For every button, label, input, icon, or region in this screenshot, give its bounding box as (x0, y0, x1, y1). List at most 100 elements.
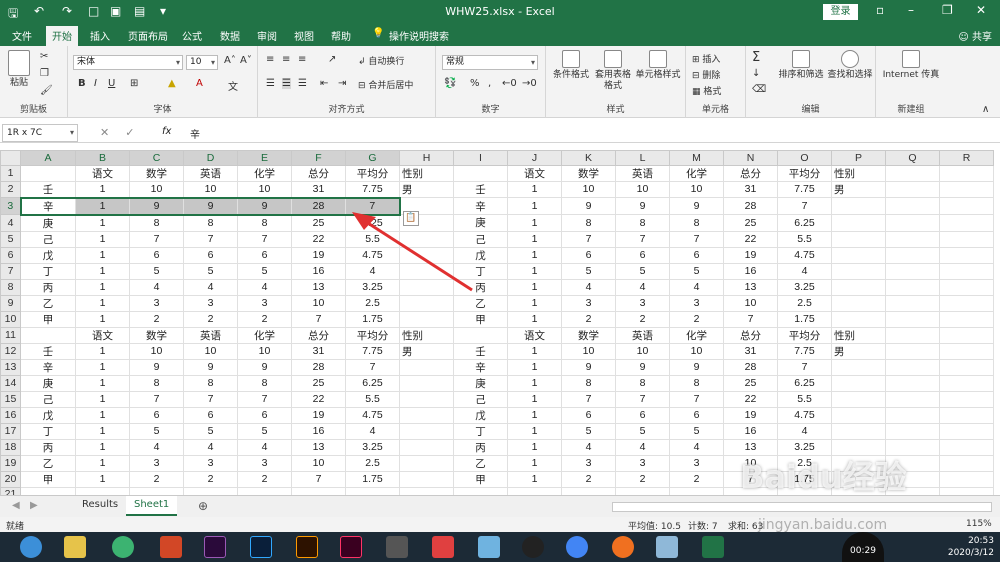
cell[interactable]: 3.25 (345, 278, 400, 296)
cell[interactable]: 2 (237, 470, 292, 488)
minimize-icon[interactable]: – (908, 3, 914, 17)
cell[interactable]: 7 (183, 390, 238, 408)
align-bottom-icon[interactable]: ≡ (298, 54, 306, 65)
cell[interactable] (939, 230, 994, 248)
cell[interactable]: 10 (561, 180, 616, 199)
tell-me-search[interactable]: 操作说明搜索 (389, 28, 449, 43)
cell[interactable] (885, 294, 940, 312)
cell[interactable] (939, 310, 994, 328)
cell[interactable]: 8 (183, 374, 238, 392)
cell[interactable] (75, 486, 130, 495)
row-header[interactable]: 21 (0, 486, 21, 495)
cell[interactable]: 总分 (291, 326, 346, 344)
cell[interactable]: 壬 (453, 180, 508, 199)
name-box[interactable]: 1R x 7C ▾ (2, 124, 78, 142)
cell[interactable]: 25 (723, 214, 778, 232)
cell[interactable]: 10 (615, 342, 670, 360)
column-header[interactable]: E (237, 150, 292, 166)
align-top-icon[interactable]: ≡ (266, 54, 274, 65)
cell[interactable]: 7 (345, 196, 401, 216)
cell[interactable]: 2.5 (345, 454, 400, 472)
cell[interactable]: 1 (507, 374, 562, 392)
row-header[interactable]: 16 (0, 406, 21, 424)
cell[interactable]: 4 (615, 278, 670, 296)
cell[interactable]: 庚 (453, 214, 508, 232)
cell[interactable]: 数学 (129, 326, 184, 344)
cell[interactable]: 1 (507, 422, 562, 440)
cell[interactable]: 7 (561, 390, 616, 408)
cell[interactable] (885, 422, 940, 440)
cell[interactable]: 语文 (507, 326, 562, 344)
internet-fax-button[interactable]: Internet 传真 (880, 50, 942, 81)
cell[interactable]: 7 (345, 358, 400, 376)
cell[interactable]: 丙 (453, 438, 508, 456)
cell[interactable] (453, 486, 508, 495)
cell[interactable] (20, 164, 76, 182)
cell[interactable] (831, 246, 886, 264)
file-explorer-icon[interactable] (64, 536, 86, 558)
cell[interactable] (885, 326, 940, 344)
cell[interactable]: 2 (669, 310, 724, 328)
row-header[interactable]: 17 (0, 422, 21, 440)
font-color-icon[interactable]: A (196, 78, 203, 89)
cell[interactable] (183, 486, 238, 495)
cell[interactable]: 3 (237, 294, 292, 312)
cell[interactable]: 9 (129, 196, 184, 216)
cell[interactable]: 庚 (20, 214, 76, 232)
cell[interactable]: 7 (669, 390, 724, 408)
find-select-button[interactable]: 查找和选择 (826, 50, 874, 81)
cell[interactable]: 6 (237, 406, 292, 424)
cell[interactable]: 6 (183, 406, 238, 424)
cell[interactable]: 4 (183, 438, 238, 456)
cell[interactable] (561, 486, 616, 495)
cell[interactable]: 16 (723, 262, 778, 280)
row-header[interactable]: 2 (0, 180, 21, 199)
cell[interactable]: 英语 (183, 164, 238, 182)
cell[interactable]: 10 (183, 342, 238, 360)
restore-icon[interactable]: ❐ (942, 3, 953, 17)
row-header[interactable]: 3 (0, 197, 21, 216)
cell[interactable]: 6 (561, 406, 616, 424)
cell[interactable] (885, 310, 940, 328)
cell[interactable] (831, 278, 886, 296)
cell[interactable] (831, 214, 886, 232)
paste-button[interactable]: 粘贴 (6, 50, 32, 89)
cell[interactable]: 1 (507, 294, 562, 312)
row-header[interactable]: 13 (0, 358, 21, 376)
cell[interactable] (345, 486, 400, 495)
cell[interactable] (399, 294, 454, 312)
excel-icon[interactable] (702, 536, 724, 558)
cell[interactable]: 1 (507, 310, 562, 328)
cell[interactable]: 3 (237, 454, 292, 472)
cell[interactable] (939, 486, 994, 495)
cell[interactable] (669, 486, 724, 495)
cut-icon[interactable]: ✂ (40, 51, 48, 62)
cell[interactable]: 性别 (399, 326, 454, 344)
cell[interactable]: 3 (183, 294, 238, 312)
cell[interactable]: 化学 (669, 164, 724, 182)
cell[interactable]: 3 (129, 294, 184, 312)
tab-help[interactable]: 帮助 (331, 28, 351, 43)
cell[interactable]: 19 (723, 246, 778, 264)
cell[interactable]: 8 (561, 374, 616, 392)
cell[interactable]: 丁 (453, 422, 508, 440)
cell[interactable]: 2 (183, 470, 238, 488)
cell[interactable]: 2 (615, 470, 670, 488)
cell[interactable]: 辛 (20, 358, 76, 376)
cell[interactable]: 6.25 (777, 214, 832, 232)
cell[interactable]: 8 (237, 214, 292, 232)
cell[interactable]: 13 (291, 278, 346, 296)
cell[interactable]: 22 (291, 390, 346, 408)
cell[interactable] (885, 406, 940, 424)
cell[interactable]: 1 (75, 180, 130, 199)
cell[interactable] (885, 246, 940, 264)
browser-icon[interactable] (612, 536, 634, 558)
cell[interactable]: 1 (75, 230, 130, 248)
cell[interactable]: 辛 (19, 196, 76, 216)
cell[interactable]: 2 (561, 470, 616, 488)
cell[interactable]: 31 (723, 180, 778, 199)
cell[interactable] (939, 342, 994, 360)
cell[interactable]: 7 (237, 390, 292, 408)
cell[interactable]: 4 (345, 422, 400, 440)
cell[interactable]: 1.75 (345, 310, 400, 328)
